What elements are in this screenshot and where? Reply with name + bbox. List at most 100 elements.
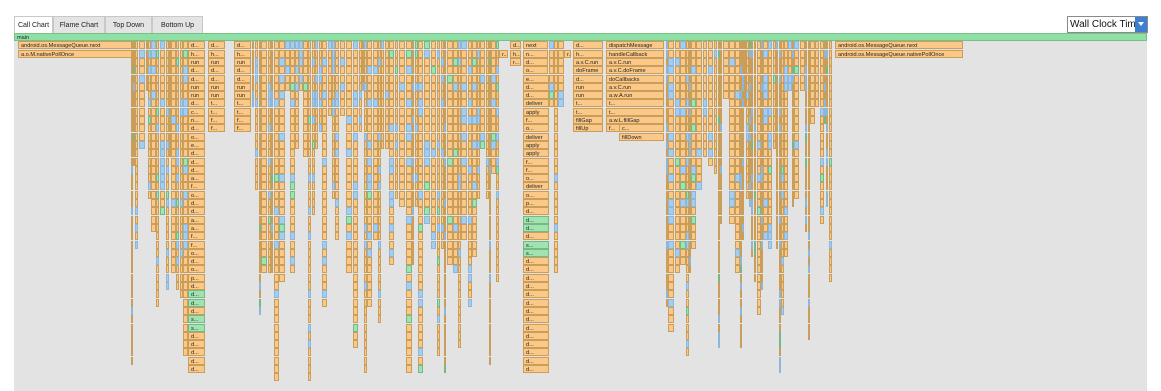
call-frame[interactable]: [335, 199, 339, 207]
call-frame[interactable]: [412, 174, 414, 183]
frame-stack[interactable]: [322, 33, 327, 391]
call-frame[interactable]: [754, 174, 756, 183]
call-frame[interactable]: [805, 149, 807, 158]
call-frame[interactable]: [754, 207, 756, 216]
call-frame[interactable]: [381, 74, 384, 83]
call-frame[interactable]: [805, 190, 807, 199]
call-frame[interactable]: [437, 66, 440, 75]
call-frame[interactable]: f...: [188, 182, 205, 191]
call-frame[interactable]: [437, 340, 440, 349]
call-frame[interactable]: [308, 182, 311, 191]
call-frame[interactable]: [461, 199, 467, 207]
call-frame[interactable]: [751, 41, 753, 50]
call-frame[interactable]: [444, 331, 446, 340]
call-frame[interactable]: [496, 157, 499, 166]
call-frame[interactable]: [751, 232, 753, 241]
frame-stack[interactable]: [424, 33, 430, 391]
call-frame[interactable]: [754, 140, 756, 149]
call-frame[interactable]: [353, 223, 358, 232]
call-frame[interactable]: r...: [564, 49, 571, 58]
call-frame[interactable]: [444, 248, 446, 257]
frame-stack[interactable]: [751, 33, 753, 391]
call-frame[interactable]: [346, 215, 352, 224]
call-frame[interactable]: [708, 99, 713, 108]
call-frame[interactable]: [418, 356, 423, 365]
call-frame[interactable]: [431, 82, 436, 91]
call-frame[interactable]: d...: [523, 340, 549, 349]
call-frame[interactable]: [444, 290, 446, 299]
call-frame[interactable]: [708, 149, 713, 158]
call-frame[interactable]: [395, 91, 398, 100]
call-frame[interactable]: [794, 66, 799, 75]
call-frame[interactable]: [751, 99, 753, 108]
call-frame[interactable]: [461, 182, 467, 191]
frame-stack[interactable]: [261, 33, 267, 391]
call-frame[interactable]: [418, 248, 423, 257]
call-frame[interactable]: [353, 107, 358, 116]
call-frame[interactable]: [156, 149, 159, 158]
call-frame[interactable]: [768, 140, 772, 149]
call-frame[interactable]: [754, 182, 756, 191]
call-frame[interactable]: [335, 232, 339, 241]
call-frame[interactable]: [805, 99, 807, 108]
call-frame[interactable]: [183, 49, 188, 58]
call-frame[interactable]: [353, 57, 358, 66]
call-frame[interactable]: [768, 174, 772, 183]
call-frame[interactable]: [696, 57, 702, 66]
call-frame[interactable]: [389, 174, 394, 183]
call-frame[interactable]: [424, 116, 430, 124]
call-frame[interactable]: [322, 41, 327, 50]
call-frame[interactable]: [444, 157, 446, 166]
call-frame[interactable]: a.w.L.fillGap: [606, 116, 664, 124]
call-frame[interactable]: [424, 132, 430, 141]
call-frame[interactable]: [322, 157, 327, 166]
call-frame[interactable]: [335, 223, 339, 232]
call-frame[interactable]: [255, 99, 258, 108]
call-frame[interactable]: [322, 66, 327, 75]
call-frame[interactable]: [431, 207, 436, 216]
call-frame[interactable]: [424, 174, 430, 183]
call-frame[interactable]: [444, 306, 446, 315]
call-frame[interactable]: [412, 232, 414, 241]
call-frame[interactable]: [668, 282, 674, 290]
call-frame[interactable]: [768, 182, 772, 191]
call-frame[interactable]: [353, 140, 358, 149]
call-frame[interactable]: [418, 66, 423, 75]
call-frame[interactable]: [156, 207, 159, 216]
call-frame[interactable]: [776, 57, 778, 66]
call-frame[interactable]: [437, 57, 440, 66]
frame-stack[interactable]: [558, 33, 564, 391]
call-frame[interactable]: [261, 215, 267, 224]
call-frame[interactable]: [829, 165, 832, 174]
call-frame[interactable]: [346, 107, 352, 116]
call-frame[interactable]: [776, 132, 778, 141]
call-frame[interactable]: [308, 232, 311, 241]
call-frame[interactable]: o...: [523, 124, 549, 133]
call-frame[interactable]: [395, 182, 398, 191]
call-frame[interactable]: [412, 190, 414, 199]
call-frame[interactable]: [135, 66, 138, 75]
call-frame[interactable]: [135, 74, 138, 83]
call-frame[interactable]: [367, 124, 372, 133]
call-frame[interactable]: [315, 140, 318, 149]
call-frame[interactable]: [437, 190, 440, 199]
call-frame[interactable]: [826, 49, 828, 58]
call-frame[interactable]: [754, 257, 756, 266]
call-frame[interactable]: [353, 132, 358, 141]
call-frame[interactable]: [308, 82, 311, 91]
call-frame[interactable]: run: [234, 57, 251, 66]
call-frame[interactable]: [346, 165, 352, 174]
call-frame[interactable]: [668, 140, 674, 149]
call-frame[interactable]: [183, 315, 188, 324]
call-frame[interactable]: [418, 265, 423, 274]
call-frame[interactable]: run: [188, 91, 205, 100]
call-frame[interactable]: [176, 199, 179, 207]
call-frame[interactable]: [794, 140, 799, 149]
call-frame[interactable]: [399, 66, 405, 75]
frame-stack[interactable]: [353, 33, 358, 391]
call-frame[interactable]: [335, 174, 339, 183]
call-frame[interactable]: [353, 165, 358, 174]
call-frame[interactable]: [768, 57, 772, 66]
call-frame[interactable]: [139, 66, 145, 75]
call-frame[interactable]: [335, 49, 339, 58]
